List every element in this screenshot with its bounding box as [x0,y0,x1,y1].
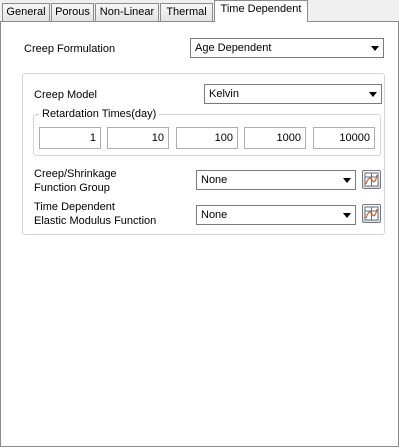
tab-time-dependent[interactable]: Time Dependent [214,0,308,22]
retardation-time-3-field[interactable]: 100 [176,127,238,149]
creep-shrinkage-label-line1: Creep/Shrinkage [34,168,117,180]
chevron-down-icon [369,92,377,97]
retardation-time-4-field[interactable]: 1000 [244,127,306,149]
chevron-down-icon [343,178,351,183]
chevron-down-icon [343,213,351,218]
creep-shrinkage-label-line2: Function Group [34,182,110,194]
creep-formulation-value: Age Dependent [195,42,272,54]
retardation-times-title: Retardation Times(day) [39,108,160,121]
function-graph-icon [364,172,379,187]
tab-non-linear[interactable]: Non-Linear [95,3,159,21]
function-graph-icon [364,206,379,221]
elastic-modulus-value: None [201,209,228,221]
tab-strip: General Porous Non-Linear Thermal Time D… [0,0,399,22]
retardation-time-1-field[interactable]: 1 [39,127,101,149]
creep-formulation-label: Creep Formulation [24,43,116,55]
elastic-modulus-select[interactable]: None [196,205,356,225]
creep-model-value: Kelvin [209,88,239,100]
retardation-time-5-field[interactable]: 10000 [313,127,375,149]
creep-shrinkage-value: None [201,174,228,186]
creep-shrinkage-select[interactable]: None [196,170,356,190]
creep-formulation-select[interactable]: Age Dependent [190,38,384,58]
creep-model-select[interactable]: Kelvin [204,84,382,104]
tab-porous[interactable]: Porous [51,3,94,21]
tab-general[interactable]: General [2,3,50,21]
elastic-modulus-function-button[interactable] [362,204,381,223]
tab-thermal[interactable]: Thermal [160,3,213,21]
creep-shrinkage-function-button[interactable] [362,170,381,189]
elastic-modulus-label-line1: Time Dependent [34,201,115,213]
chevron-down-icon [371,46,379,51]
time-dependent-panel: Creep Formulation Age Dependent Creep Mo… [0,21,399,447]
retardation-time-2-field[interactable]: 10 [107,127,169,149]
elastic-modulus-label-line2: Elastic Modulus Function [34,215,157,227]
creep-model-label: Creep Model [34,89,97,101]
